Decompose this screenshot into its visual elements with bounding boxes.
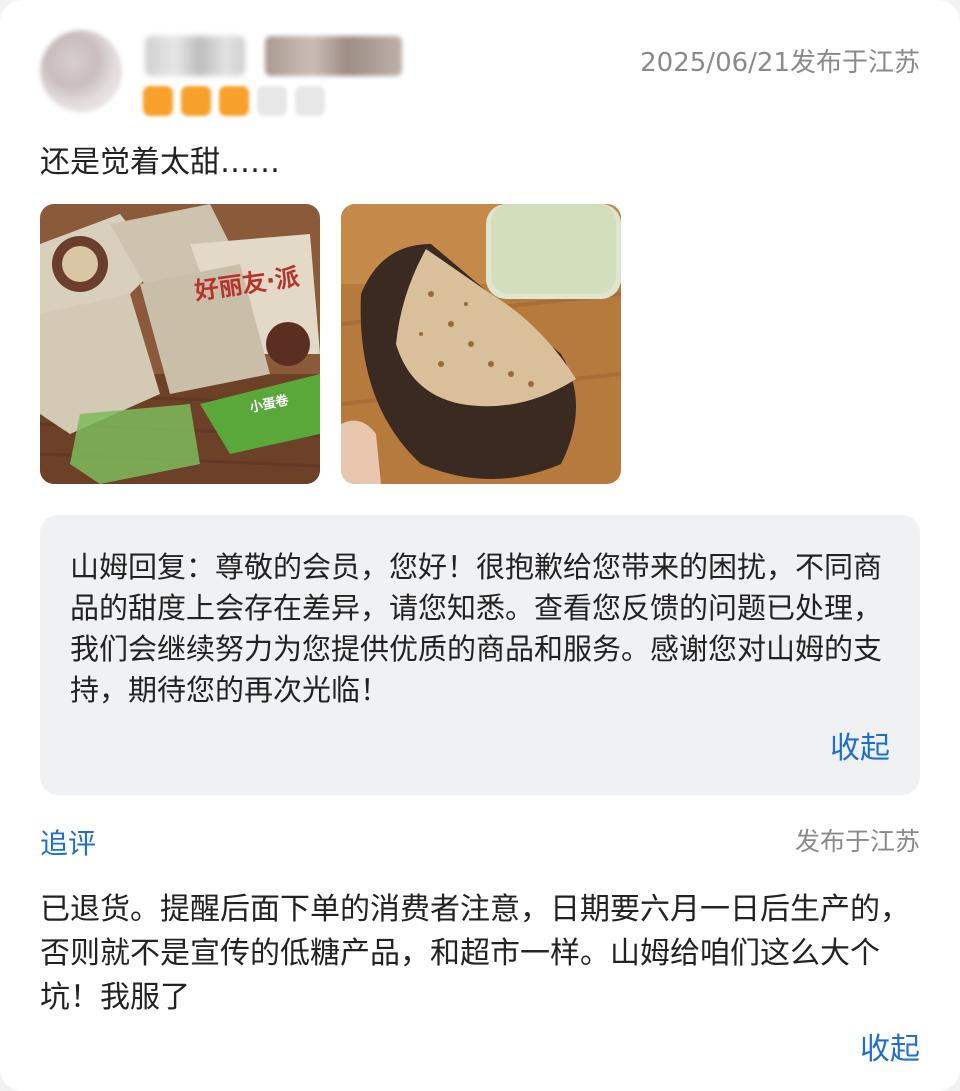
photo-snack-basket[interactable]: 好丽友·派 小蛋卷 — [40, 204, 320, 484]
review-text: 还是觉着太甜…… — [40, 145, 280, 180]
followup-collapse-button[interactable]: 收起 — [860, 1024, 920, 1068]
star-filled-icon — [181, 86, 211, 116]
star-filled-icon — [143, 86, 173, 116]
photo-bitten-cake[interactable] — [341, 204, 621, 484]
followup-label: 追评 — [40, 827, 97, 860]
member-badge-blurred — [265, 36, 402, 76]
star-empty-icon — [295, 86, 325, 116]
snack-basket-image: 好丽友·派 小蛋卷 — [40, 204, 320, 484]
followup-publish-info: 发布于江苏 — [794, 827, 920, 856]
photo-gallery: 好丽友·派 小蛋卷 — [40, 204, 621, 484]
reply-text: 山姆回复：尊敬的会员，您好！很抱歉给您带来的困扰，不同商品的甜度上会存在差异，请… — [70, 550, 883, 707]
reply-collapse-button[interactable]: 收起 — [830, 723, 890, 767]
rating-stars — [143, 86, 325, 116]
username-blurred — [145, 36, 245, 76]
merchant-reply: 山姆回复：尊敬的会员，您好！很抱歉给您带来的困扰，不同商品的甜度上会存在差异，请… — [40, 515, 920, 795]
star-empty-icon — [257, 86, 287, 116]
star-filled-icon — [219, 86, 249, 116]
publish-info: 2025/06/21发布于江苏 — [640, 48, 920, 78]
bitten-cake-image — [341, 204, 621, 484]
followup-text: 已退货。提醒后面下单的消费者注意，日期要六月一日后生产的，否则就不是宣传的低糖产… — [40, 892, 910, 1015]
review-card: 2025/06/21发布于江苏 还是觉着太甜…… 好丽友·派 小蛋卷 山姆回复：… — [0, 0, 960, 1091]
avatar[interactable] — [40, 30, 122, 112]
